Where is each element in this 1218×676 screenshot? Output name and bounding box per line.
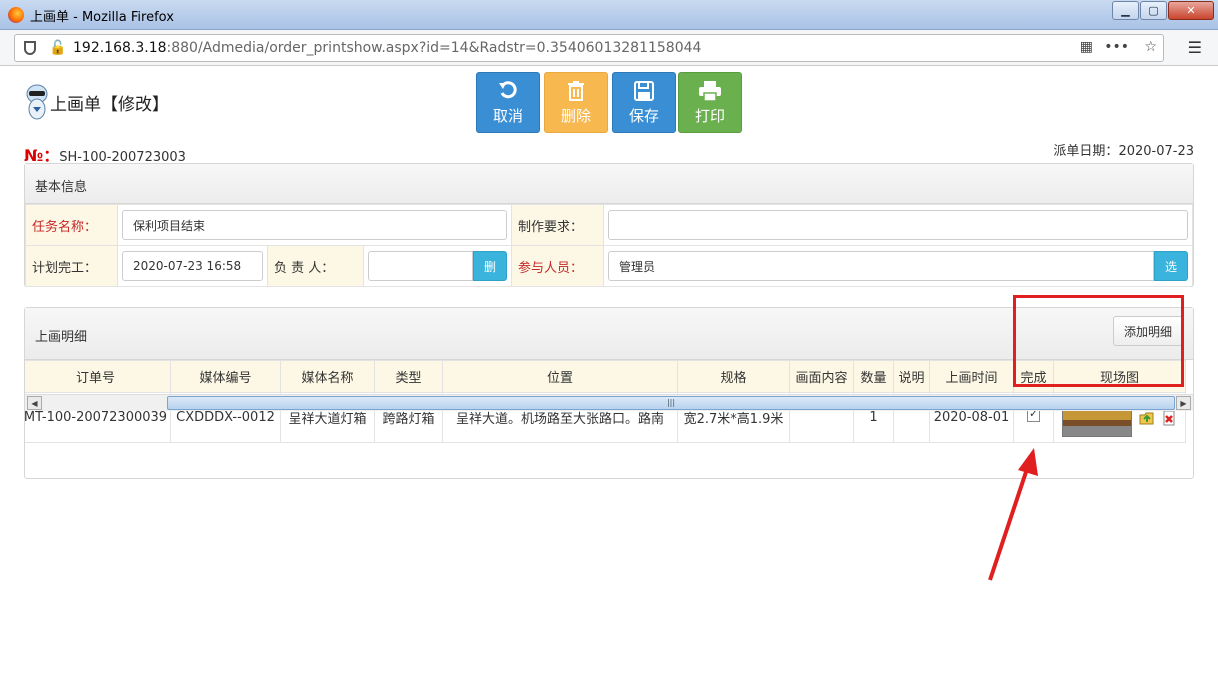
cancel-button[interactable]: 取消 <box>476 72 540 133</box>
plan-finish-label: 计划完工： <box>25 245 118 287</box>
basic-info-panel: 基本信息 任务名称： 保利项目结束 制作要求： 计划完工： 2020-07-23… <box>24 163 1194 287</box>
plan-finish-input[interactable]: 2020-07-23 16:58 <box>122 251 263 281</box>
url-text[interactable]: 192.168.3.18:880/Admedia/order_printshow… <box>73 40 701 56</box>
scroll-left-icon[interactable]: ◀ <box>27 396 42 410</box>
scrollbar-thumb[interactable]: ||| <box>167 396 1175 410</box>
task-name-label: 任务名称： <box>25 204 118 246</box>
col-order-no: 订单号 <box>25 360 171 393</box>
col-qty: 数量 <box>853 360 894 393</box>
horizontal-scrollbar[interactable]: ◀ ||| ▶ <box>25 394 1193 411</box>
undo-icon <box>499 81 517 99</box>
col-media-name: 媒体名称 <box>280 360 375 393</box>
delete-file-icon[interactable] <box>1161 410 1177 426</box>
highlight-box <box>1013 295 1184 387</box>
window-titlebar: 上画单 - Mozilla Firefox ▁ ▢ ✕ <box>0 0 1218 30</box>
delete-button[interactable]: 删除 <box>544 72 608 133</box>
close-button[interactable]: ✕ <box>1168 1 1214 20</box>
upload-folder-icon[interactable] <box>1139 410 1155 426</box>
col-type: 类型 <box>374 360 443 393</box>
col-content: 画面内容 <box>789 360 854 393</box>
dispatch-date: 派单日期：2020-07-23 <box>1053 144 1194 159</box>
print-button[interactable]: 打印 <box>678 72 742 133</box>
col-time: 上画时间 <box>929 360 1014 393</box>
bookmark-star-icon[interactable]: ☆ <box>1144 39 1157 55</box>
save-button[interactable]: 保存 <box>612 72 676 133</box>
floppy-disk-icon <box>634 81 654 101</box>
trash-icon <box>568 81 584 101</box>
members-select-button[interactable]: 选 <box>1154 251 1188 281</box>
shield-icon[interactable] <box>24 41 36 55</box>
page-title: 上画单【修改】 <box>50 95 169 115</box>
requirement-input[interactable] <box>608 210 1188 240</box>
minimize-button[interactable]: ▁ <box>1112 1 1139 20</box>
browser-navbar: 🔓 192.168.3.18:880/Admedia/order_printsh… <box>0 30 1218 66</box>
members-label: 参与人员： <box>511 245 604 287</box>
owner-input[interactable] <box>368 251 473 281</box>
col-media-no: 媒体编号 <box>170 360 281 393</box>
col-spec: 规格 <box>677 360 790 393</box>
window-title: 上画单 - Mozilla Firefox <box>30 10 174 25</box>
task-name-input[interactable]: 保利项目结束 <box>122 210 507 240</box>
qr-code-icon[interactable]: ▦ <box>1080 39 1093 55</box>
scroll-right-icon[interactable]: ▶ <box>1176 396 1191 410</box>
more-actions-icon[interactable]: ••• <box>1104 39 1129 55</box>
maximize-button[interactable]: ▢ <box>1140 1 1167 20</box>
firefox-icon <box>8 7 24 23</box>
mascot-logo <box>26 84 48 120</box>
owner-clear-button[interactable]: 删 <box>473 251 507 281</box>
basic-info-heading: 基本信息 <box>25 164 1193 204</box>
hamburger-menu-icon[interactable]: ☰ <box>1188 38 1202 57</box>
owner-label: 负 责 人： <box>267 245 364 287</box>
address-bar[interactable]: 🔓 192.168.3.18:880/Admedia/order_printsh… <box>14 34 1164 62</box>
printer-icon <box>699 81 721 102</box>
col-location: 位置 <box>442 360 678 393</box>
requirement-label: 制作要求： <box>511 204 604 246</box>
grid-header-row: 订单号 媒体编号 媒体名称 类型 位置 规格 画面内容 数量 说明 上画时间 完… <box>25 360 1186 393</box>
col-note: 说明 <box>893 360 930 393</box>
insecure-lock-icon[interactable]: 🔓 <box>49 40 66 56</box>
members-input[interactable]: 管理员 <box>608 251 1154 281</box>
